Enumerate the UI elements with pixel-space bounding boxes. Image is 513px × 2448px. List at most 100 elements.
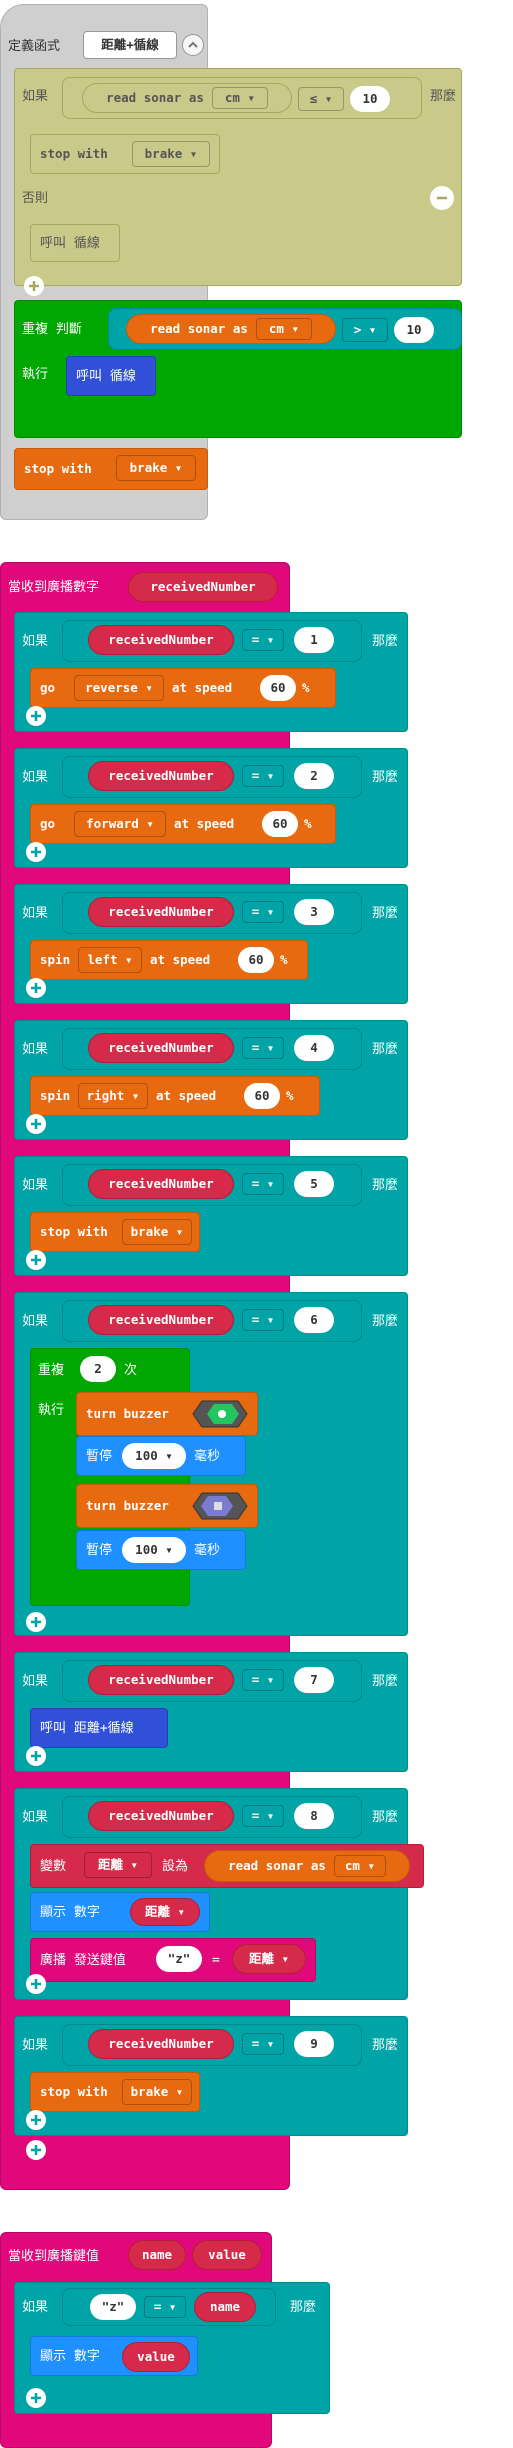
add-branch-plus-icon-name[interactable] bbox=[26, 2388, 46, 2408]
sonar-reporter[interactable]: read sonar as cm ▾ bbox=[82, 83, 292, 113]
add-branch-plus-icon-case-6[interactable] bbox=[26, 1612, 46, 1632]
value-var[interactable]: value bbox=[192, 2240, 262, 2270]
threshold-number-2[interactable]: 10 bbox=[394, 317, 434, 343]
pause-ms-dropdown-4[interactable]: 100 ▾ bbox=[122, 1537, 186, 1563]
dist-value-show: 距離 bbox=[144, 1903, 170, 1919]
unit-value: cm bbox=[224, 89, 240, 105]
repeat-times-value[interactable]: 2 bbox=[80, 1356, 116, 1382]
case-number-7[interactable]: 7 bbox=[294, 1667, 334, 1693]
add-branch-plus-icon[interactable] bbox=[24, 276, 44, 296]
eq-operator-case-6[interactable]: = ▾ bbox=[242, 1309, 284, 1331]
if-label-case-2: 如果 bbox=[22, 770, 49, 785]
case-number-1[interactable]: 1 bbox=[294, 627, 334, 653]
brake-dropdown-case-5[interactable]: brake ▾ bbox=[122, 1219, 192, 1245]
case-number-4[interactable]: 4 bbox=[294, 1035, 334, 1061]
add-branch-plus-icon-case-3[interactable] bbox=[26, 978, 46, 998]
threshold-number[interactable]: 10 bbox=[350, 86, 390, 112]
received-number-ref-case-2[interactable]: receivedNumber bbox=[88, 761, 234, 791]
compare-operator-dropdown[interactable]: ≤ ▾ bbox=[298, 87, 344, 111]
add-branch-plus-icon-final[interactable] bbox=[26, 2140, 46, 2160]
brake-dropdown-case-9[interactable]: brake ▾ bbox=[122, 2079, 192, 2105]
speed-value-case-2[interactable]: 60 bbox=[262, 811, 298, 837]
eq-operator-case-4[interactable]: = ▾ bbox=[242, 1037, 284, 1059]
brake-value-2: brake bbox=[129, 459, 168, 475]
add-branch-plus-icon-case-7[interactable] bbox=[26, 1746, 46, 1766]
pause-label-2: 暫停 bbox=[86, 1449, 113, 1464]
name-var-ref[interactable]: name bbox=[194, 2292, 256, 2322]
case-number-5[interactable]: 5 bbox=[294, 1171, 334, 1197]
dist-var-show[interactable]: 距離 ▾ bbox=[130, 1898, 200, 1926]
received-number-ref-case-7[interactable]: receivedNumber bbox=[88, 1665, 234, 1695]
pause-ms-dropdown-2[interactable]: 100 ▾ bbox=[122, 1443, 186, 1469]
direction-dropdown-case-3[interactable]: left ▾ bbox=[78, 947, 142, 973]
name-var[interactable]: name bbox=[128, 2240, 186, 2270]
received-number-ref-case-4[interactable]: receivedNumber bbox=[88, 1033, 234, 1063]
case-number-9[interactable]: 9 bbox=[294, 2031, 334, 2057]
add-branch-plus-icon-case-2[interactable] bbox=[26, 842, 46, 862]
value-var-ref[interactable]: value bbox=[122, 2342, 190, 2372]
direction-dropdown-case-2[interactable]: forward ▾ bbox=[74, 811, 166, 837]
times-label: 次 bbox=[124, 1363, 138, 1378]
unit-dropdown[interactable]: cm ▾ bbox=[211, 87, 268, 109]
eq-operator-case-1[interactable]: = ▾ bbox=[242, 629, 284, 651]
received-number-ref-case-5[interactable]: receivedNumber bbox=[88, 1169, 234, 1199]
then-label-name: 那麼 bbox=[290, 2300, 317, 2315]
dist-var-broadcast[interactable]: 距離 ▾ bbox=[232, 1944, 306, 1974]
sonar-label: read sonar as bbox=[106, 89, 204, 105]
eq-value: = bbox=[251, 767, 260, 783]
case-number-2[interactable]: 2 bbox=[294, 763, 334, 789]
eq-operator-case-3[interactable]: = ▾ bbox=[242, 901, 284, 923]
sonar-reporter-2[interactable]: read sonar as cm ▾ bbox=[126, 314, 336, 344]
add-branch-plus-icon-case-9[interactable] bbox=[26, 2110, 46, 2130]
stop-label-case-9: stop with bbox=[40, 2084, 108, 2099]
add-branch-plus-icon-case-8[interactable] bbox=[26, 1974, 46, 1994]
add-branch-plus-icon-case-5[interactable] bbox=[26, 1250, 46, 1270]
compare-operator-dropdown-2[interactable]: > ▾ bbox=[342, 318, 388, 342]
add-branch-plus-icon-case-1[interactable] bbox=[26, 706, 46, 726]
eq-operator-name[interactable]: = ▾ bbox=[144, 2296, 186, 2318]
add-branch-plus-icon-case-4[interactable] bbox=[26, 1114, 46, 1134]
then-label-case-9: 那麼 bbox=[372, 2038, 399, 2053]
received-number-ref-case-6[interactable]: receivedNumber bbox=[88, 1305, 234, 1335]
then-label-case-5: 那麼 bbox=[372, 1178, 399, 1193]
buzzer-toggle-icon-1[interactable] bbox=[192, 1400, 248, 1428]
function-name-field[interactable]: 距離+循線 bbox=[83, 31, 177, 59]
eq-operator-case-9[interactable]: = ▾ bbox=[242, 2033, 284, 2055]
speed-value-case-1[interactable]: 60 bbox=[260, 675, 296, 701]
unit-dropdown-set[interactable]: cm ▾ bbox=[333, 1855, 386, 1877]
unit-dropdown-2[interactable]: cm ▾ bbox=[255, 318, 312, 340]
case-number-6[interactable]: 6 bbox=[294, 1307, 334, 1333]
eq-value: = bbox=[251, 2035, 260, 2051]
brake-dropdown-2[interactable]: brake ▾ bbox=[116, 455, 196, 481]
z-string[interactable]: "z" bbox=[90, 2294, 136, 2320]
dist-value: 距離 bbox=[97, 1856, 123, 1872]
eq-operator-case-8[interactable]: = ▾ bbox=[242, 1805, 284, 1827]
speed-label-case-2: at speed bbox=[174, 816, 235, 831]
direction-value: forward bbox=[86, 815, 139, 831]
remove-else-icon[interactable] bbox=[430, 186, 454, 210]
received-number-ref-case-9[interactable]: receivedNumber bbox=[88, 2029, 234, 2059]
speed-label-case-1: at speed bbox=[172, 680, 233, 695]
eq-operator-case-7[interactable]: = ▾ bbox=[242, 1669, 284, 1691]
received-number-ref-case-1[interactable]: receivedNumber bbox=[88, 625, 234, 655]
dist-var-dropdown[interactable]: 距離 ▾ bbox=[84, 1852, 152, 1878]
case-number-8[interactable]: 8 bbox=[294, 1803, 334, 1829]
case-number-3[interactable]: 3 bbox=[294, 899, 334, 925]
direction-dropdown-case-4[interactable]: right ▾ bbox=[78, 1083, 148, 1109]
received-number-var[interactable]: receivedNumber bbox=[128, 572, 278, 602]
sonar-reporter-set[interactable]: read sonar as cm ▾ bbox=[204, 1850, 410, 1882]
eq-operator-case-5[interactable]: = ▾ bbox=[242, 1173, 284, 1195]
brake-dropdown[interactable]: brake ▾ bbox=[132, 141, 210, 167]
then-label-case-7: 那麼 bbox=[372, 1674, 399, 1689]
direction-dropdown-case-1[interactable]: reverse ▾ bbox=[74, 675, 164, 701]
speed-value-case-4[interactable]: 60 bbox=[244, 1083, 280, 1109]
z-key-string[interactable]: "z" bbox=[156, 1946, 202, 1972]
collapse-chevron-icon[interactable] bbox=[182, 34, 204, 56]
on-received-label: 當收到廣播數字 bbox=[8, 580, 100, 595]
eq-value: = bbox=[251, 631, 260, 647]
received-number-ref-case-3[interactable]: receivedNumber bbox=[88, 897, 234, 927]
speed-value-case-3[interactable]: 60 bbox=[238, 947, 274, 973]
buzzer-toggle-icon-3[interactable] bbox=[192, 1492, 248, 1520]
received-number-ref-case-8[interactable]: receivedNumber bbox=[88, 1801, 234, 1831]
eq-operator-case-2[interactable]: = ▾ bbox=[242, 765, 284, 787]
